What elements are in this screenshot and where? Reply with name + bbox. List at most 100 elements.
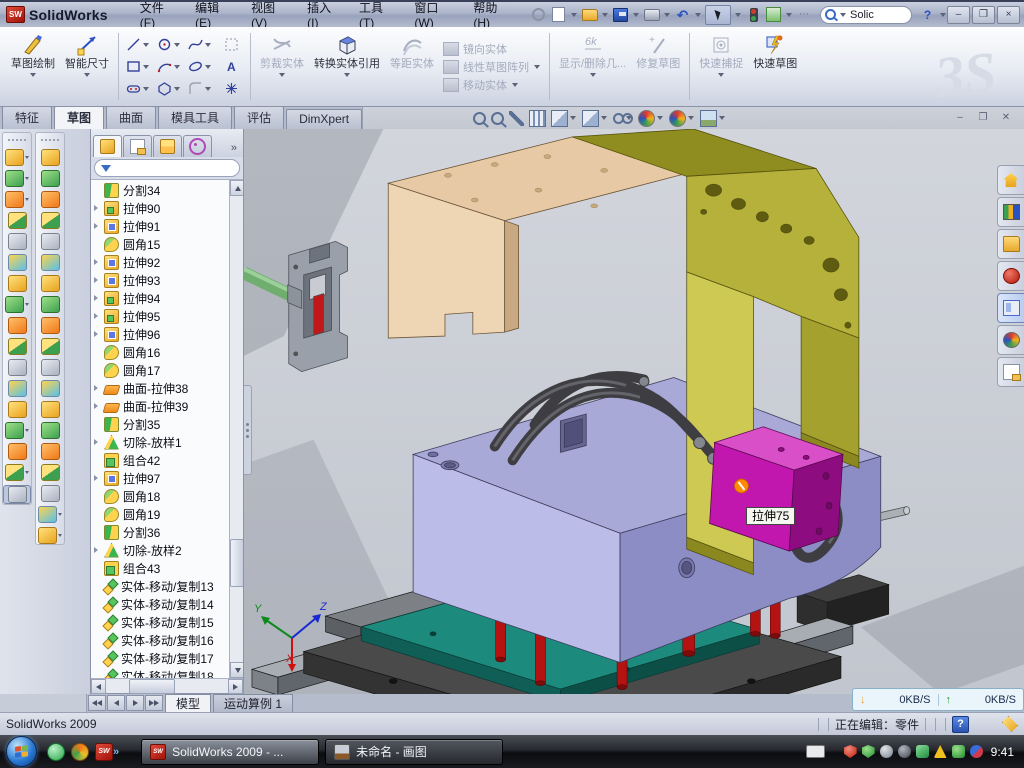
tool-reference-geometry[interactable] [4,338,30,355]
view-settings-button[interactable] [700,110,726,127]
dropdown-caret[interactable] [25,156,29,159]
tool-knit-surface[interactable] [37,317,63,334]
dropdown-caret[interactable] [570,116,576,120]
panel-splitter-handle[interactable] [244,385,252,475]
document-restore-button[interactable]: ❐ [973,111,993,126]
sketch-entity-arc-button[interactable] [154,56,184,78]
tree-item[interactable]: 实体-移动/复制16 [94,631,230,649]
tool-extruded-cut[interactable] [4,170,30,187]
dropdown-caret[interactable] [25,303,29,306]
document-minimize-button[interactable]: – [950,111,970,126]
tree-item[interactable]: 拉伸95 [94,307,230,325]
tree-item[interactable]: 实体-移动/复制18 [94,667,230,678]
tool-extruded-surface[interactable] [37,149,63,166]
tree-item[interactable]: 拉伸94 [94,289,230,307]
apply-scene-button[interactable] [669,110,695,127]
tool-curve[interactable] [4,464,30,481]
dropdown-caret[interactable] [58,513,62,516]
sketch-entity-point-button[interactable] [216,78,246,100]
offset-entities-button[interactable]: 等距实体 [385,29,439,104]
dropdown-caret[interactable] [25,471,29,474]
sketch-button[interactable]: 草图绘制 [6,29,60,104]
tab-模具工具[interactable]: 模具工具 [158,106,232,129]
tool-draft[interactable] [4,254,30,271]
start-button[interactable] [6,736,37,767]
antivirus-shield-icon[interactable] [844,745,857,758]
tree-item[interactable]: 圆角18 [94,487,230,505]
tool-smart-dimension[interactable] [4,422,30,439]
expand-arrow-icon[interactable] [94,259,98,265]
sketch-entity-text-button[interactable]: A [216,56,246,78]
tree-item[interactable]: 曲面-拉伸38 [94,379,230,397]
tree-item[interactable]: 切除-放样1 [94,433,230,451]
tool-offset-surface[interactable] [37,254,63,271]
expand-arrow-icon[interactable] [94,277,98,283]
security-shield-icon[interactable] [862,745,875,758]
trim-entities-button[interactable]: 剪裁实体 [255,29,309,104]
expand-arrow-icon[interactable] [94,205,98,211]
dropdown-caret[interactable] [657,116,663,120]
open-dropdown[interactable] [602,13,608,17]
repair-sketch-button[interactable]: + 修复草图 [631,29,685,104]
tree-item[interactable]: 曲面-拉伸39 [94,397,230,415]
tree-item[interactable]: 分割35 [94,415,230,433]
zoom-to-fit-button[interactable] [473,112,486,125]
scroll-down-button[interactable] [230,662,243,678]
scroll-up-button[interactable] [230,180,243,196]
tool-dimension[interactable] [37,506,63,523]
move-entities-button[interactable]: 移动实体 [443,77,541,93]
new-dropdown[interactable] [571,13,577,17]
wireless-warning-icon[interactable] [934,745,947,758]
magnified-selection-button[interactable] [509,111,524,126]
help-dropdown[interactable] [940,13,946,17]
tree-item[interactable]: 拉伸93 [94,271,230,289]
smart-dimension-button[interactable]: 智能尺寸 [60,29,114,104]
traffic-light-icon[interactable] [745,7,762,23]
expand-arrow-icon[interactable] [94,331,98,337]
tree-item[interactable]: 拉伸97 [94,469,230,487]
sketch-entity-spline-button[interactable] [185,34,215,56]
undo-dropdown[interactable] [695,13,701,17]
expand-arrow-icon[interactable] [94,385,98,391]
tool-boundary-surface[interactable] [37,233,63,250]
tree-item[interactable]: 圆角15 [94,235,230,253]
sketch-entity-rectangle-button[interactable] [123,56,153,78]
expand-arrow-icon[interactable] [94,313,98,319]
dropdown-caret[interactable] [174,43,180,47]
sketch-entity-polygon-button[interactable] [154,78,184,100]
view-orientation-button[interactable] [551,110,577,127]
tool-combine[interactable] [4,380,30,397]
tool-split[interactable] [4,359,30,376]
sync-service-icon[interactable] [970,745,983,758]
tool-extruded-boss-base[interactable] [4,149,30,166]
dropdown-caret[interactable] [174,65,180,69]
taskpane-tab-solidworks-resources[interactable] [997,165,1024,195]
tool-mirror[interactable] [4,317,30,334]
toolbar-overflow-icon[interactable]: ⋯ [796,7,813,23]
sketch-entity-ellipse-button[interactable] [185,56,215,78]
solidworks-icon[interactable]: SW [95,743,113,761]
tree-item[interactable]: 拉伸91 [94,217,230,235]
tool-shut-off-surface[interactable] [37,422,63,439]
tab-scroll-left-button[interactable] [107,695,125,711]
tree-item[interactable]: 拉伸92 [94,253,230,271]
tab-草图[interactable]: 草图 [54,106,104,129]
tool-revolved-surface[interactable] [37,170,63,187]
tab-scroll-first-button[interactable] [88,695,106,711]
tab-曲面[interactable]: 曲面 [106,106,156,129]
taskpane-tab-file-explorer[interactable] [997,229,1024,259]
search-input[interactable]: Solic [820,6,912,24]
tool-swept-surface[interactable] [37,191,63,208]
save-button[interactable] [612,7,629,23]
options-button[interactable] [765,7,782,23]
tree-item[interactable]: 拉伸90 [94,199,230,217]
taskbar-button-paint[interactable]: 未命名 - 画图 [325,739,503,765]
tab-scroll-right-button[interactable] [126,695,144,711]
tool-shell[interactable] [4,233,30,250]
dropdown-caret[interactable] [25,198,29,201]
panel-tab-feature-manager[interactable] [93,135,122,157]
tree-item[interactable]: 圆角19 [94,505,230,523]
dropdown-caret[interactable] [174,87,180,91]
dropdown-caret[interactable] [25,177,29,180]
dropdown-caret[interactable] [143,43,149,47]
